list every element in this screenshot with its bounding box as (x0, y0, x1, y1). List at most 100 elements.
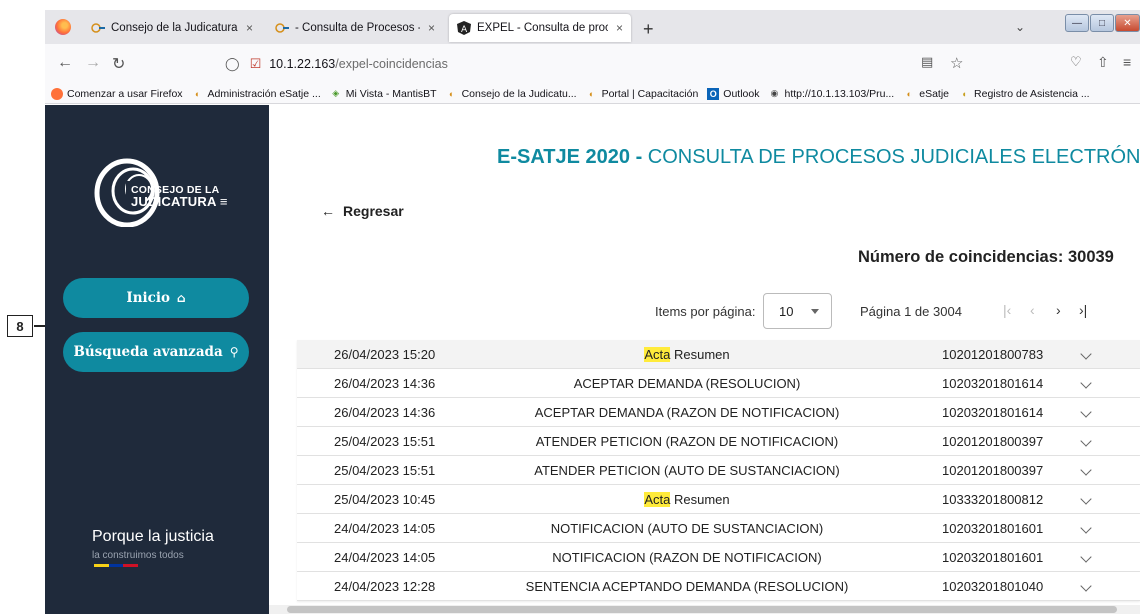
horizontal-scrollbar[interactable] (269, 605, 1140, 614)
tab-title: EXPEL - Consulta de procesos (477, 22, 608, 34)
table-row[interactable]: 26/04/2023 14:36 ACEPTAR DEMANDA (RESOLUC… (297, 369, 1140, 398)
new-tab-button[interactable]: + (643, 19, 654, 40)
reader-view-icon[interactable]: ▤ (921, 54, 933, 70)
bookmark-item[interactable]: ◖ Registro de Asistencia ... (958, 88, 1089, 100)
svg-text:A: A (461, 25, 468, 35)
title-rest: CONSULTA DE PROCESOS JUDICIALES ELECTRÓN… (642, 146, 1140, 168)
firefox-icon[interactable] (55, 19, 71, 35)
row-description-text: Resumen (670, 492, 730, 507)
esatje-favicon-icon: ◐ (194, 88, 201, 99)
expand-chevron-icon[interactable] (1080, 580, 1092, 592)
scrollbar-thumb[interactable] (287, 606, 1117, 613)
dropdown-caret-icon (811, 309, 819, 314)
pocket-icon[interactable]: ♡ (1070, 54, 1082, 70)
bookmark-star-icon[interactable]: ☆ (950, 54, 963, 72)
row-description-text: NOTIFICACION (AUTO DE SUSTANCIACION) (550, 521, 824, 536)
row-date: 25/04/2023 10:45 (334, 492, 436, 507)
close-tab-icon[interactable]: × (616, 21, 623, 35)
row-description: Acta Resumen (497, 347, 877, 362)
expand-chevron-icon[interactable] (1080, 435, 1092, 447)
extensions-icon[interactable]: ⇧ (1097, 54, 1109, 71)
table-row[interactable]: 25/04/2023 15:51 ATENDER PETICION (AUTO D… (297, 456, 1140, 485)
table-row[interactable]: 24/04/2023 14:05 NOTIFICACION (RAZON DE N… (297, 543, 1140, 572)
outer-margin: 8 (0, 0, 60, 614)
bookmark-label: http://10.1.13.103/Pru... (784, 87, 895, 100)
row-date: 26/04/2023 14:36 (334, 376, 436, 391)
tab-consejo[interactable]: Consejo de la Judicatura | Cons × (83, 14, 261, 42)
search-icon: ⚲ (229, 345, 239, 359)
inicio-label: Inicio (126, 290, 171, 306)
list-tabs-icon[interactable]: ⌄ (1015, 20, 1025, 34)
expand-chevron-icon[interactable] (1080, 551, 1092, 563)
annotation-badge: 8 (7, 315, 33, 337)
row-process-number: 10203201801614 (942, 376, 1044, 391)
forward-icon[interactable]: → (85, 54, 101, 72)
bookmark-label: eSatje (919, 87, 950, 100)
maximize-icon[interactable]: □ (1090, 14, 1114, 32)
expand-chevron-icon[interactable] (1080, 348, 1092, 360)
expand-chevron-icon[interactable] (1080, 406, 1092, 418)
row-description: NOTIFICACION (RAZON DE NOTIFICACION) (497, 550, 877, 565)
bookmark-item[interactable]: ◉ http://10.1.13.103/Pru... (768, 87, 895, 100)
minimize-icon[interactable]: — (1065, 14, 1089, 32)
bookmark-item[interactable]: ◈ Mi Vista - MantisBT (330, 88, 436, 100)
bookmark-label: Portal | Capacitación (601, 87, 699, 100)
last-page-icon[interactable]: ›| (1079, 302, 1087, 318)
tab-title: - Consulta de Procesos - eSATJE (295, 22, 420, 34)
expand-chevron-icon[interactable] (1080, 377, 1092, 389)
row-date: 26/04/2023 15:20 (334, 347, 436, 362)
table-row[interactable]: 26/04/2023 15:20 Acta Resumen 102012018007… (297, 340, 1140, 369)
busqueda-avanzada-button[interactable]: Búsqueda avanzada ⚲ (63, 332, 249, 372)
bookmark-item[interactable]: O Outlook (707, 87, 759, 100)
row-process-number: 10203201801601 (942, 550, 1044, 565)
url-bar[interactable]: ◯ ☑ 10.1.22.163 /expel-coincidencias (225, 52, 855, 76)
previous-page-icon[interactable]: ‹ (1030, 302, 1035, 318)
table-row[interactable]: 24/04/2023 14:05 NOTIFICACION (AUTO DE SU… (297, 514, 1140, 543)
row-process-number: 10201201800783 (942, 347, 1044, 362)
back-icon[interactable]: ← (57, 54, 73, 72)
results-table: 26/04/2023 15:20 Acta Resumen 102012018007… (297, 340, 1140, 601)
row-description-text: Resumen (670, 347, 730, 362)
sidebar: CONSEJO DE LA JUDICATURA ≡ Inicio ⌂ Búsq… (45, 105, 269, 614)
next-page-icon[interactable]: › (1056, 302, 1061, 318)
close-tab-icon[interactable]: × (428, 21, 435, 35)
globe-icon: ◉ (770, 88, 779, 98)
items-per-page-select[interactable]: 10 (763, 293, 832, 329)
table-row[interactable]: 25/04/2023 10:45 Acta Resumen 103332018008… (297, 485, 1140, 514)
bookmark-item[interactable]: ◐ Portal | Capacitación (586, 87, 699, 100)
first-page-icon[interactable]: |‹ (1003, 302, 1011, 318)
search-highlight: Acta (644, 492, 671, 507)
reload-icon[interactable]: ↻ (112, 54, 125, 74)
bookmark-item[interactable]: ◐ eSatje (903, 87, 950, 100)
regresar-button[interactable]: ← Regresar (321, 203, 404, 219)
close-tab-icon[interactable]: × (246, 21, 253, 35)
tab-expel[interactable]: A EXPEL - Consulta de procesos × (449, 14, 631, 42)
bookmark-item[interactable]: ◐ Consejo de la Judicatu... (446, 88, 577, 100)
expand-chevron-icon[interactable] (1080, 464, 1092, 476)
table-row[interactable]: 24/04/2023 12:28 SENTENCIA ACEPTANDO DEMA… (297, 572, 1140, 601)
menu-icon[interactable]: ≡ (1123, 54, 1131, 70)
bookmark-label: Comenzar a usar Firefox (67, 87, 183, 100)
tracking-shield-icon[interactable]: ◯ (225, 56, 240, 72)
tab-consulta[interactable]: - Consulta de Procesos - eSATJE × (267, 14, 443, 42)
title-bold: E-SATJE 2020 - (497, 146, 643, 168)
row-date: 24/04/2023 12:28 (334, 579, 436, 594)
table-row[interactable]: 26/04/2023 14:36 ACEPTAR DEMANDA (RAZON D… (297, 398, 1140, 427)
busqueda-label: Búsqueda avanzada (73, 344, 223, 360)
expand-chevron-icon[interactable] (1080, 493, 1092, 505)
row-process-number: 10201201800397 (942, 463, 1044, 478)
close-window-icon[interactable]: ✕ (1115, 14, 1140, 32)
bookmark-item[interactable]: Comenzar a usar Firefox (51, 87, 183, 100)
table-row[interactable]: 25/04/2023 15:51 ATENDER PETICION (RAZON … (297, 427, 1140, 456)
page-info: Página 1 de 3004 (860, 304, 962, 319)
mantis-icon: ◈ (332, 88, 340, 98)
page-title: E-SATJE 2020 - CONSULTA DE PROCESOS JUDI… (497, 146, 1140, 169)
insecure-lock-icon[interactable]: ☑ (250, 56, 262, 72)
row-process-number: 10203201801601 (942, 521, 1044, 536)
row-description-text: ATENDER PETICION (RAZON DE NOTIFICACION) (535, 434, 839, 449)
bookmark-item[interactable]: ◐ Administración eSatje ... (192, 88, 321, 100)
url-path: /expel-coincidencias (335, 57, 448, 71)
inicio-button[interactable]: Inicio ⌂ (63, 278, 249, 318)
row-description-text: NOTIFICACION (RAZON DE NOTIFICACION) (552, 550, 822, 565)
expand-chevron-icon[interactable] (1080, 522, 1092, 534)
